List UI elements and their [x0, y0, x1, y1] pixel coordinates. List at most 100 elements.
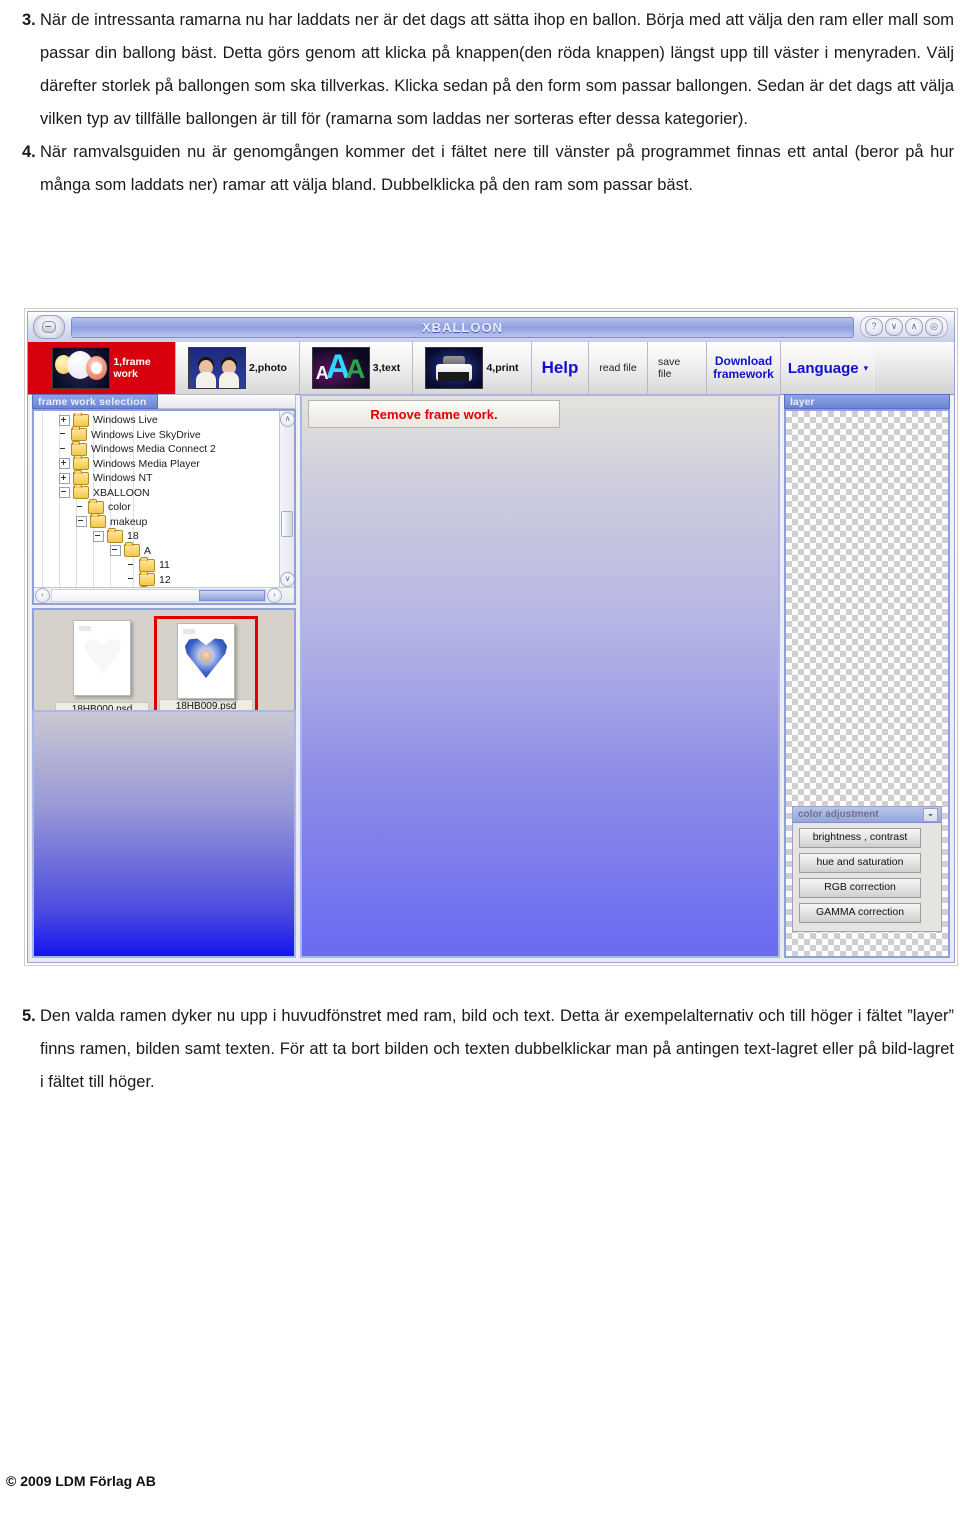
list-item[interactable]: 18HB000.psd	[50, 616, 154, 718]
text-button[interactable]: AAA 3,text	[300, 342, 413, 394]
tree-item-label: Windows Live	[93, 414, 158, 427]
left-gradient-canvas[interactable]	[32, 710, 296, 958]
hue-saturation-button[interactable]: hue and saturation	[799, 853, 921, 873]
tree-item[interactable]: makeup	[34, 513, 280, 530]
tree-item[interactable]: 18	[34, 527, 280, 544]
collapse-icon[interactable]	[59, 487, 70, 499]
app-window: XBALLOON ? ∨ ∧ ◎ 1,frame work 2,photo A …	[27, 311, 955, 963]
tree-item-label: 18	[127, 530, 139, 543]
frame-work-selection-title: frame work selection	[38, 395, 147, 408]
read-file-button[interactable]: read file	[589, 342, 648, 394]
language-button-label: Language	[787, 359, 859, 377]
tree-item-label: Windows Media Player	[93, 457, 200, 470]
instruction-list-bottom: 5. Den valda ramen dyker nu upp i huvudf…	[0, 1000, 960, 1099]
list-item-number: 4.	[22, 143, 36, 161]
tree-horizontal-scrollbar[interactable]: ‹ ›	[34, 587, 294, 603]
folder-icon	[71, 440, 87, 456]
scroll-left-icon[interactable]: ‹	[35, 588, 50, 603]
folder-icon	[73, 484, 89, 500]
read-file-button-label: read file	[599, 362, 637, 374]
scroll-down-icon[interactable]: ∨	[280, 572, 294, 587]
color-adjustment-title: color adjustment	[798, 809, 879, 820]
photo-button[interactable]: 2,photo	[176, 342, 300, 394]
tree-spacer	[59, 445, 68, 454]
scroll-right-icon[interactable]: ›	[267, 588, 282, 603]
tree-item[interactable]: Windows Media Connect 2	[34, 440, 280, 457]
scroll-thumb[interactable]	[199, 590, 265, 601]
tree-item[interactable]: XBALLOON	[34, 484, 280, 501]
collapse-icon[interactable]	[76, 516, 87, 528]
folder-icon	[73, 469, 89, 485]
download-framework-button[interactable]: Download framework	[707, 342, 781, 394]
language-button[interactable]: Language ▾	[781, 342, 875, 394]
balloon-frames-icon	[52, 347, 111, 389]
frame-work-button-label: 1,frame work	[113, 356, 151, 380]
frame-thumbnail-list[interactable]: 18HB000.psd 18HB009.psd	[32, 608, 296, 722]
letters-a-icon: AAA	[311, 347, 370, 389]
tree-item[interactable]: Windows Media Player	[34, 455, 280, 472]
color-adjustment-panel: color adjustment ⌄ brightness , contrast…	[792, 806, 942, 932]
tree-item-label: color	[108, 501, 131, 514]
scroll-thumb[interactable]	[281, 511, 293, 537]
expand-icon[interactable]	[59, 472, 70, 484]
close-circle-icon[interactable]: ◎	[925, 318, 943, 336]
tree-item[interactable]: 11	[34, 556, 280, 573]
main-canvas[interactable]: Remove frame work.	[300, 394, 780, 958]
chevron-down-icon[interactable]: ∨	[885, 318, 903, 336]
tree-item[interactable]: color	[34, 498, 280, 515]
folder-tree-rows[interactable]: Windows Live Windows Live SkyDrive Windows…	[34, 413, 280, 587]
folder-icon	[124, 542, 140, 558]
folder-icon	[139, 571, 155, 587]
tree-item[interactable]: 12	[34, 571, 280, 588]
collapse-icon[interactable]	[93, 530, 104, 542]
scroll-track[interactable]	[51, 589, 266, 602]
instruction-list-top: 3. När de intressanta ramarna nu har lad…	[0, 4, 960, 202]
photo-button-label: 2,photo	[249, 362, 287, 374]
frame-work-button[interactable]: 1,frame work	[28, 342, 176, 394]
printer-icon	[425, 347, 484, 389]
two-girls-photo-icon	[188, 347, 247, 389]
folder-icon	[73, 413, 89, 427]
tree-host: Windows Live Windows Live SkyDrive Windows…	[34, 413, 280, 587]
tree-item[interactable]: Windows Live SkyDrive	[34, 426, 280, 443]
folder-icon	[90, 513, 106, 529]
copyright-notice: © 2009 LDM Förlag AB	[6, 1473, 156, 1489]
folder-icon	[139, 556, 155, 572]
tree-item-label: Windows NT	[93, 472, 153, 485]
window-controls: ? ∨ ∧ ◎	[860, 316, 948, 338]
app-toolbar: 1,frame work 2,photo AAA 3,text 4,print …	[28, 342, 954, 395]
color-adjustment-header[interactable]: color adjustment ⌄	[793, 807, 941, 823]
save-file-button[interactable]: save file	[648, 342, 707, 394]
list-item[interactable]: 18HB009.psd	[154, 616, 258, 718]
help-button[interactable]: Help	[532, 342, 589, 394]
tree-spacer	[76, 503, 85, 512]
rgb-correction-button[interactable]: RGB correction	[799, 878, 921, 898]
app-workspace: frame work selection Windows Live Windows…	[28, 394, 954, 962]
gamma-correction-button[interactable]: GAMMA correction	[799, 903, 921, 923]
tree-vertical-scrollbar[interactable]: ∧ ∨	[279, 411, 294, 588]
brightness-contrast-button[interactable]: brightness , contrast	[799, 828, 921, 848]
tree-item[interactable]: A	[34, 542, 280, 559]
collapse-icon[interactable]	[110, 545, 121, 557]
frame-work-selection-panel: frame work selection Windows Live Windows…	[32, 394, 296, 958]
expand-icon[interactable]	[59, 458, 70, 470]
folder-tree[interactable]: Windows Live Windows Live SkyDrive Windows…	[32, 409, 296, 605]
folder-icon	[107, 527, 123, 543]
remove-frame-work-label: Remove frame work.	[370, 406, 498, 422]
list-item-text: Den valda ramen dyker nu upp i huvudföns…	[40, 1007, 954, 1091]
print-button[interactable]: 4,print	[413, 342, 532, 394]
tree-item[interactable]: Windows NT	[34, 469, 280, 486]
chevron-up-icon[interactable]: ∧	[905, 318, 923, 336]
minimize-icon[interactable]	[33, 315, 65, 339]
blank-heart-icon	[84, 639, 122, 673]
help-circle-icon[interactable]: ?	[865, 318, 883, 336]
layer-panel: layer color adjustment ⌄ brightness , co…	[784, 394, 950, 958]
tree-item-label: A	[144, 544, 152, 557]
scroll-up-icon[interactable]: ∧	[280, 412, 294, 427]
expand-icon[interactable]	[59, 414, 70, 426]
chevron-double-down-icon[interactable]: ⌄	[923, 807, 938, 822]
tree-item-label: Windows Live SkyDrive	[91, 428, 201, 441]
remove-frame-work-button[interactable]: Remove frame work.	[308, 400, 560, 428]
layer-list[interactable]: color adjustment ⌄ brightness , contrast…	[784, 409, 950, 958]
tree-item[interactable]: Windows Live	[34, 413, 280, 428]
